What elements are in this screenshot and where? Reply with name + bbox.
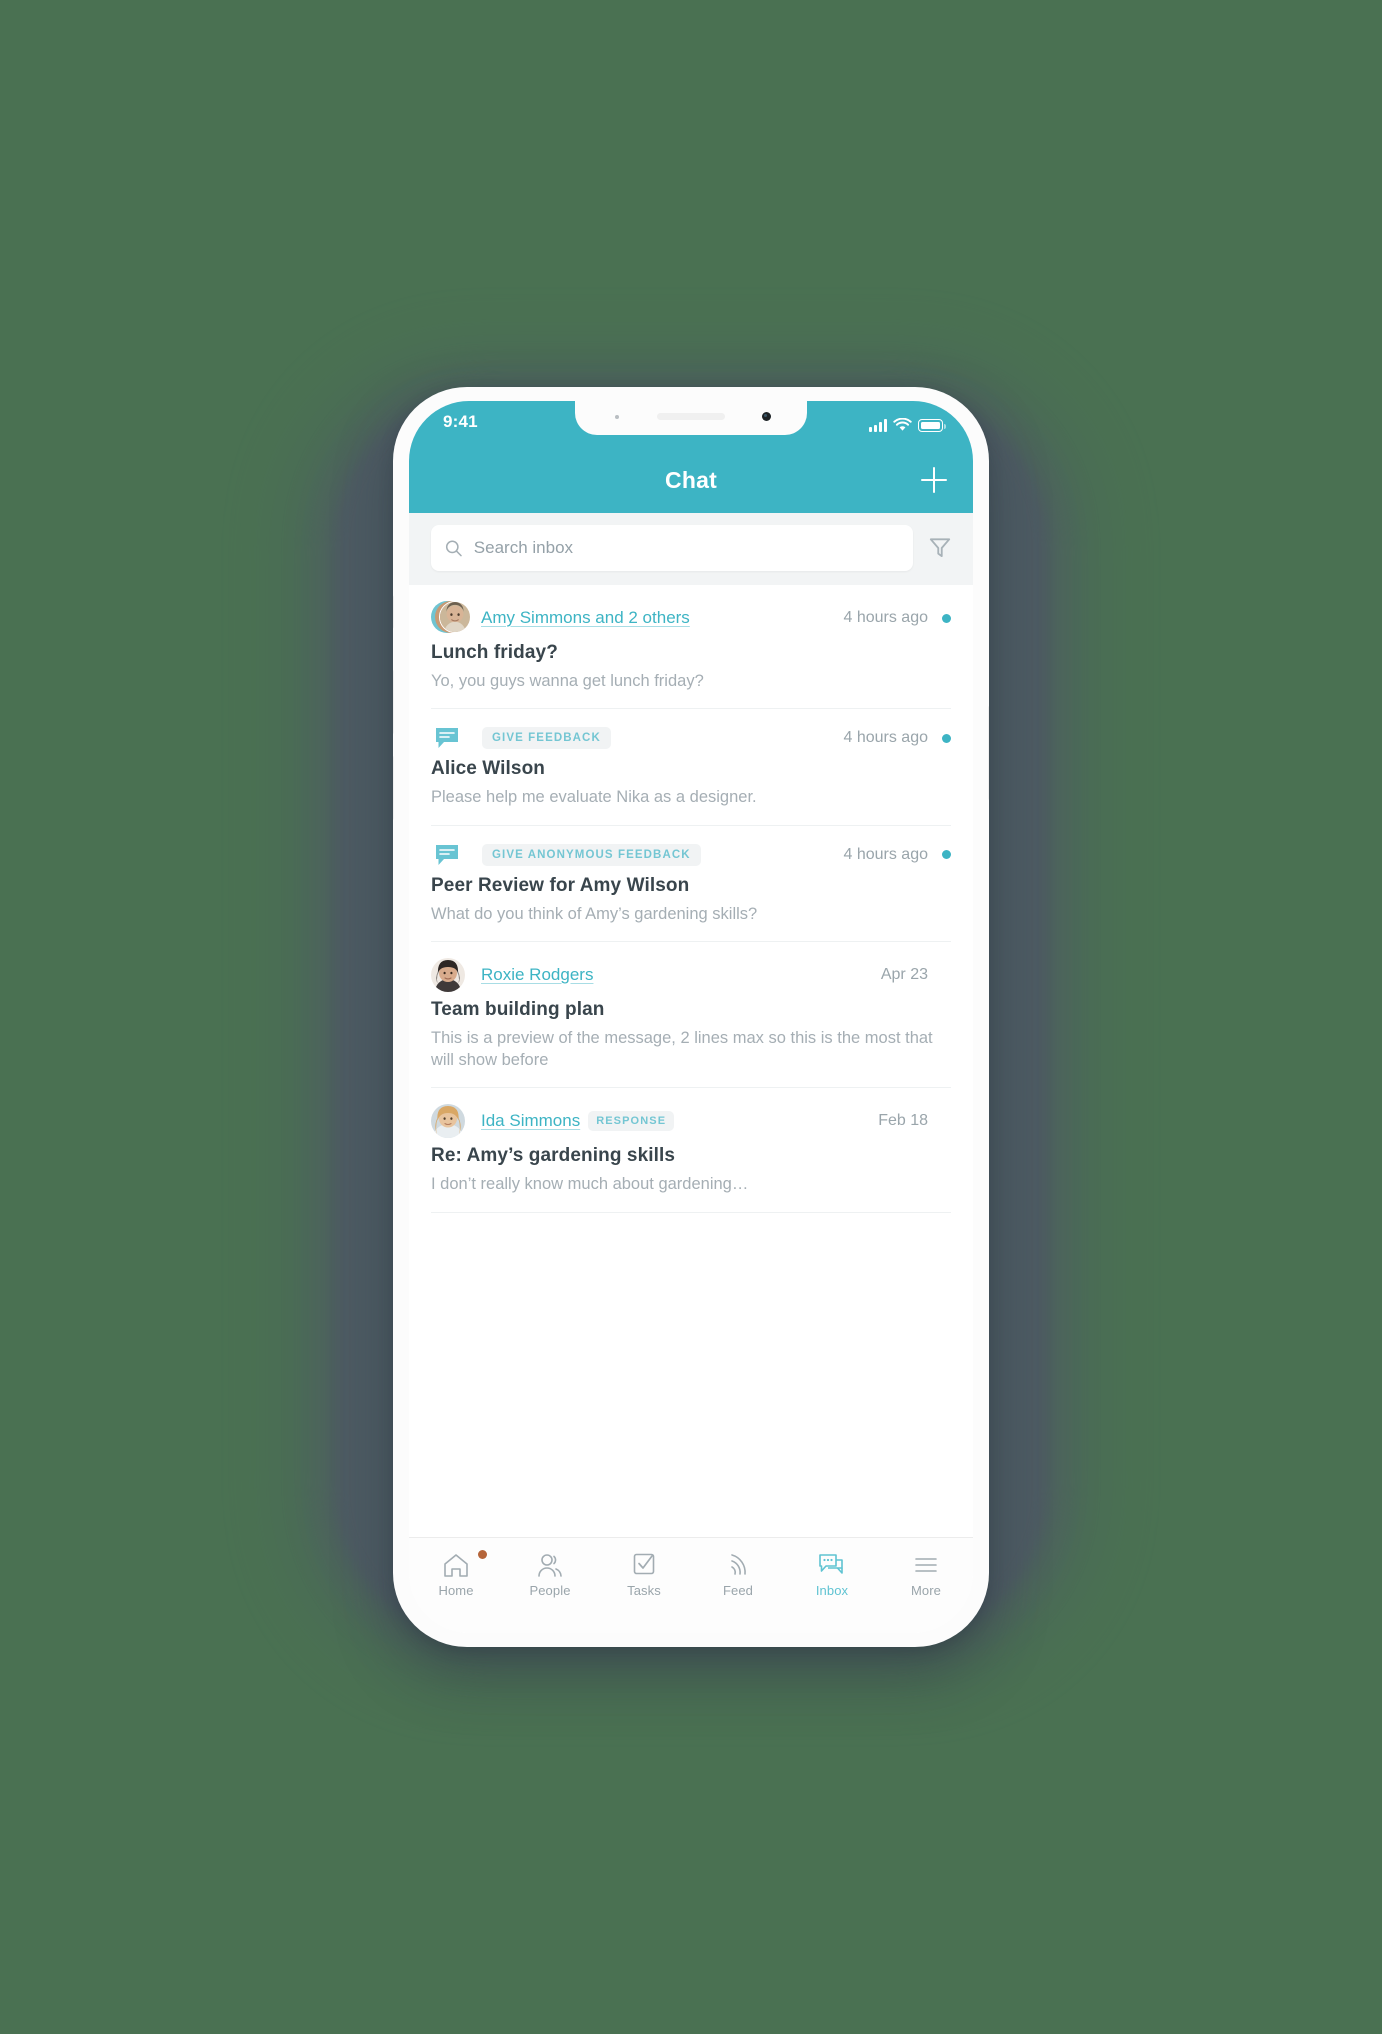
people-icon (538, 1554, 562, 1577)
front-camera-icon (762, 412, 771, 421)
tab-label: Inbox (815, 1583, 849, 1598)
thread-badge: RESPONSE (588, 1111, 675, 1132)
proximity-sensor-icon (615, 415, 619, 419)
thread-subject: Re: Amy’s gardening skills (431, 1145, 676, 1167)
tab-people[interactable]: People (503, 1551, 597, 1598)
search-input[interactable] (473, 538, 899, 558)
home-notification-badge (478, 1550, 487, 1559)
inbox-icon (819, 1554, 843, 1574)
tasks-icon (633, 1553, 655, 1575)
avatar (431, 1104, 469, 1139)
navigation-bar: Chat (409, 447, 973, 513)
tab-label: Home (438, 1583, 474, 1598)
thread-preview: I don’t really know much about gardening… (431, 1175, 749, 1194)
thread-preview: This is a preview of the message, 2 line… (431, 1028, 933, 1070)
filter-icon[interactable] (927, 535, 953, 561)
avatar (431, 601, 471, 635)
thread-subject: Peer Review for Amy Wilson (431, 874, 690, 896)
thread-badge: GIVE ANONYMOUS FEEDBACK (482, 843, 701, 866)
speech-bubble-icon (436, 844, 458, 865)
tab-label: Feed (722, 1583, 754, 1598)
table-row[interactable]: GIVE FEEDBACK 4 hours ago Alice Wilson P… (431, 709, 951, 826)
tab-more[interactable]: More (879, 1551, 973, 1598)
plus-icon[interactable] (917, 463, 951, 497)
tab-inbox[interactable]: Inbox (785, 1551, 879, 1598)
thread-subject: Alice Wilson (431, 758, 545, 780)
thread-preview: Please help me evaluate Nika as a design… (431, 788, 757, 807)
phone-device: 9:41 Chat Search inbox Amy Simmons and 2… (393, 387, 989, 1647)
table-row[interactable]: Ida Simmons RESPONSE Feb 18 Re: Amy’s ga… (431, 1088, 951, 1213)
battery-icon (918, 419, 946, 432)
feed-icon (731, 1554, 746, 1575)
table-row[interactable]: GIVE ANONYMOUS FEEDBACK 4 hours ago Peer… (431, 826, 951, 942)
speech-bubble-icon (436, 728, 458, 749)
thread-timestamp: 4 hours ago (843, 609, 928, 626)
tab-tasks[interactable]: Tasks (597, 1551, 691, 1598)
avatar (431, 957, 469, 992)
phone-screen: 9:41 Chat Search inbox Amy Simmons and 2… (409, 401, 973, 1633)
tab-label: People (529, 1583, 571, 1598)
table-row[interactable]: Amy Simmons and 2 others 4 hours ago Lun… (431, 585, 951, 710)
thread-timestamp: 4 hours ago (843, 729, 928, 747)
thread-preview: What do you think of Amy’s gardening ski… (431, 904, 758, 923)
tab-label: More (910, 1583, 942, 1598)
more-icon (915, 1558, 937, 1572)
thread-preview: Yo, you guys wanna get lunch friday? (431, 672, 704, 690)
search-bar (409, 513, 973, 585)
page-title: Chat (665, 466, 717, 493)
unread-indicator (942, 850, 951, 860)
volume-down-button[interactable] (393, 755, 394, 821)
thread-sender[interactable]: Amy Simmons and 2 others (481, 608, 690, 628)
earpiece-speaker (657, 413, 725, 420)
thread-timestamp: Feb 18 (878, 1112, 928, 1130)
volume-up-button[interactable] (393, 669, 394, 735)
bottom-tab-bar: Home People Tasks Feed Inbox More (409, 1537, 973, 1633)
tab-feed[interactable]: Feed (691, 1551, 785, 1598)
power-button[interactable] (988, 705, 989, 801)
avatar-image (431, 957, 465, 992)
thread-subject: Team building plan (431, 998, 605, 1020)
status-bar-time: 9:41 (443, 412, 478, 431)
home-icon (444, 1554, 468, 1577)
status-bar: 9:41 (409, 401, 973, 447)
unread-indicator (942, 613, 951, 623)
tab-label: Tasks (627, 1583, 661, 1598)
unread-indicator (942, 733, 951, 743)
device-notch (575, 401, 807, 435)
wifi-icon (893, 418, 912, 431)
thread-timestamp: Apr 23 (880, 965, 928, 983)
cellular-signal-icon (869, 419, 887, 432)
thread-timestamp: 4 hours ago (843, 845, 928, 863)
thread-subject: Lunch friday? (431, 642, 558, 663)
thread-sender[interactable]: Ida Simmons (481, 1111, 580, 1131)
avatar-image (440, 602, 470, 632)
thread-badge: GIVE FEEDBACK (482, 727, 611, 750)
silent-switch[interactable] (393, 595, 394, 629)
table-row[interactable]: Roxie Rodgers Apr 23 Team building plan … (431, 942, 951, 1089)
avatar-image (431, 1104, 465, 1139)
status-bar-indicators (869, 414, 946, 432)
search-field[interactable] (431, 525, 913, 571)
tab-home[interactable]: Home (409, 1550, 503, 1598)
inbox-thread-list: Amy Simmons and 2 others 4 hours ago Lun… (409, 585, 973, 1537)
thread-sender[interactable]: Roxie Rodgers (481, 965, 593, 985)
search-icon (445, 540, 462, 556)
